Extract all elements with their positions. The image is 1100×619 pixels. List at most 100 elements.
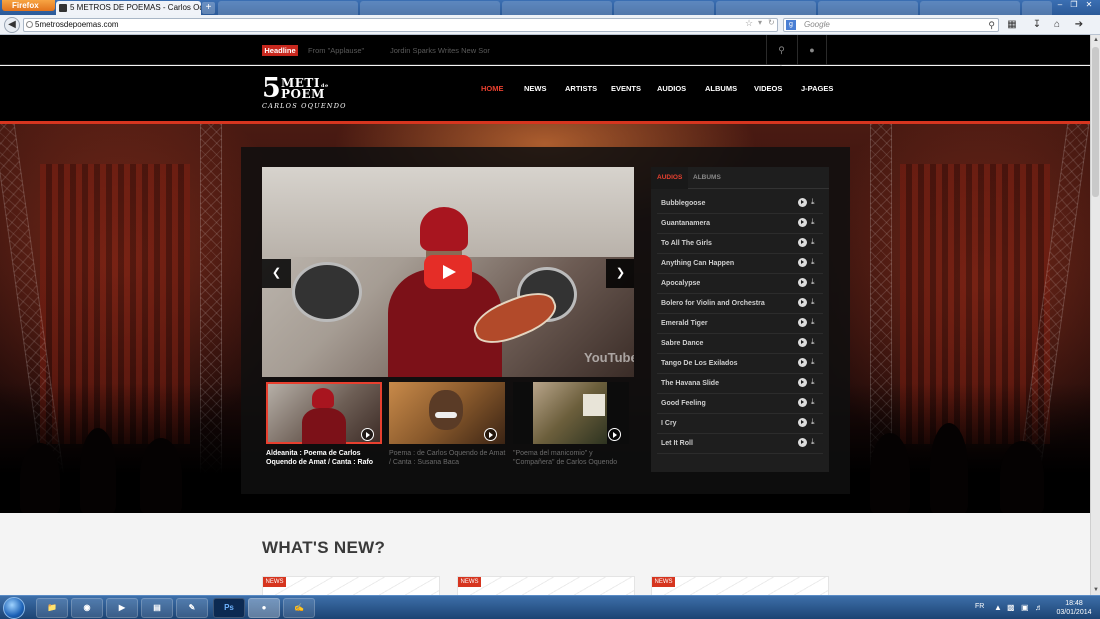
track-row[interactable]: Apocalypse ⤓ <box>657 274 823 294</box>
url-bar[interactable]: 5metrosdepoemas.com <box>23 18 778 32</box>
track-title[interactable]: Let It Roll <box>661 439 693 448</box>
search-engine-icon[interactable]: g <box>786 20 796 30</box>
download-icon[interactable]: ⤓ <box>811 336 815 347</box>
track-row[interactable]: The Havana Slide ⤓ <box>657 374 823 394</box>
ticker-item[interactable]: Jordin Sparks Writes New Sor <box>390 45 490 56</box>
download-icon[interactable]: ⤓ <box>811 376 815 387</box>
ticker-item[interactable]: From "Applause" <box>308 45 364 56</box>
track-title[interactable]: The Havana Slide <box>661 379 719 388</box>
nav-audios[interactable]: AUDIOS <box>657 84 686 94</box>
youtube-play-button[interactable] <box>424 255 472 289</box>
track-title[interactable]: Tango De Los Exilados <box>661 359 738 368</box>
browser-tab[interactable] <box>218 1 358 15</box>
video-thumbnail[interactable]: Aldeanita : Poema de Carlos Oquendo de A… <box>266 382 382 482</box>
download-icon[interactable]: ⤓ <box>811 196 815 207</box>
play-icon[interactable] <box>798 338 807 347</box>
browser-tab-active[interactable]: 5 METROS DE POEMAS - Carlos Oquend... <box>56 1 201 15</box>
start-button[interactable] <box>3 597 25 619</box>
download-icon[interactable]: ⤓ <box>811 236 815 247</box>
video-thumbnail[interactable]: "Poema del manicomio" y "Compañera" de C… <box>513 382 629 482</box>
user-icon[interactable]: ● <box>797 35 827 65</box>
download-icon[interactable]: ⤓ <box>811 436 815 447</box>
browser-tab[interactable] <box>614 1 714 15</box>
photoshop-icon[interactable]: Ps <box>213 598 245 618</box>
notes-icon[interactable]: ✍ <box>283 598 315 618</box>
page-scrollbar[interactable]: ▲ ▼ <box>1090 35 1100 595</box>
play-icon[interactable] <box>798 298 807 307</box>
search-icon[interactable]: ⚲ <box>988 19 995 31</box>
thumbnail-caption[interactable]: Poema : de Carlos Oquendo de Amat / Cant… <box>389 449 507 467</box>
track-row[interactable]: Bubblegoose ⤓ <box>657 194 823 214</box>
download-icon[interactable]: ⤓ <box>811 256 815 267</box>
nav-home[interactable]: HOME <box>481 84 504 94</box>
track-row[interactable]: Emerald Tiger ⤓ <box>657 314 823 334</box>
bookmark-star-icon[interactable]: ☆ <box>745 18 753 29</box>
track-title[interactable]: To All The Girls <box>661 239 712 248</box>
video-thumbnail[interactable]: Poema : de Carlos Oquendo de Amat / Cant… <box>389 382 505 482</box>
play-icon[interactable] <box>798 258 807 267</box>
site-logo[interactable]: 5 METIde POEM CARLOS OQUENDO <box>262 75 345 112</box>
firefox-icon[interactable]: ● <box>248 598 280 618</box>
track-title[interactable]: Good Feeling <box>661 399 706 408</box>
play-icon[interactable] <box>798 418 807 427</box>
track-title[interactable]: Guantanamera <box>661 219 710 228</box>
nav-albums[interactable]: ALBUMS <box>705 84 737 94</box>
prev-arrow-icon[interactable]: ❮ <box>262 259 291 288</box>
track-title[interactable]: Bubblegoose <box>661 199 705 208</box>
track-title[interactable]: Emerald Tiger <box>661 319 708 328</box>
track-title[interactable]: I Cry <box>661 419 677 428</box>
explorer-icon[interactable]: 📁 <box>36 598 68 618</box>
language-indicator[interactable]: FR <box>975 603 984 610</box>
track-row[interactable]: Let It Roll ⤓ <box>657 434 823 454</box>
play-icon[interactable] <box>798 198 807 207</box>
nav-events[interactable]: EVENTS <box>611 84 641 94</box>
network-icon[interactable]: ▣ <box>1021 603 1029 613</box>
play-icon[interactable] <box>798 218 807 227</box>
tray-expand-icon[interactable]: ▲ <box>994 603 1002 613</box>
news-card[interactable]: NEWS <box>651 576 829 595</box>
history-dropdown-icon[interactable]: ▾ <box>758 18 762 27</box>
nav-videos[interactable]: VIDEOS <box>754 84 782 94</box>
volume-icon[interactable]: ♬ <box>1035 603 1043 613</box>
play-icon[interactable] <box>798 318 807 327</box>
scroll-up-icon[interactable]: ▲ <box>1091 35 1100 45</box>
browser-tab[interactable] <box>716 1 816 15</box>
track-title[interactable]: Sabre Dance <box>661 339 703 348</box>
track-row[interactable]: Tango De Los Exilados ⤓ <box>657 354 823 374</box>
firefox-menu-button[interactable]: Firefox <box>2 0 55 11</box>
new-tab-button[interactable]: + <box>202 2 215 14</box>
browser-tab[interactable] <box>920 1 1020 15</box>
play-icon[interactable] <box>798 438 807 447</box>
play-icon[interactable] <box>798 358 807 367</box>
download-icon[interactable]: ⤓ <box>811 276 815 287</box>
back-button[interactable]: ◀ <box>4 17 20 33</box>
browser-tab[interactable] <box>818 1 918 15</box>
media-player-icon[interactable]: ▶ <box>106 598 138 618</box>
play-icon[interactable] <box>798 238 807 247</box>
play-icon[interactable] <box>798 378 807 387</box>
news-card[interactable]: NEWS <box>262 576 440 595</box>
browser-tab[interactable] <box>1022 1 1052 15</box>
download-icon[interactable]: ⤓ <box>811 416 815 427</box>
download-icon[interactable]: ⤓ <box>811 216 815 227</box>
thumbnail-caption[interactable]: "Poema del manicomio" y "Compañera" de C… <box>513 449 631 467</box>
download-icon[interactable]: ⤓ <box>811 356 815 367</box>
track-row[interactable]: Good Feeling ⤓ <box>657 394 823 414</box>
play-circle-icon[interactable] <box>361 428 374 441</box>
next-arrow-icon[interactable]: ❯ <box>606 259 634 288</box>
restore-icon[interactable]: ❐ <box>1068 0 1080 9</box>
track-row[interactable]: Guantanamera ⤓ <box>657 214 823 234</box>
track-row[interactable]: Bolero for Violin and Orchestra ⤓ <box>657 294 823 314</box>
scrollbar-thumb[interactable] <box>1092 47 1099 197</box>
download-icon[interactable]: ⤓ <box>811 396 815 407</box>
tab-albums[interactable]: ALBUMS <box>687 167 727 189</box>
paint-icon[interactable]: ✎ <box>176 598 208 618</box>
track-row[interactable]: Anything Can Happen ⤓ <box>657 254 823 274</box>
play-circle-icon[interactable] <box>608 428 621 441</box>
site-search-icon[interactable]: ⚲ <box>766 35 796 65</box>
track-title[interactable]: Bolero for Violin and Orchestra <box>661 299 765 308</box>
thumbnail-caption[interactable]: Aldeanita : Poema de Carlos Oquendo de A… <box>266 449 384 467</box>
clock[interactable]: 18:48 03/01/2014 <box>1052 599 1096 617</box>
nav-news[interactable]: NEWS <box>524 84 547 94</box>
play-circle-icon[interactable] <box>484 428 497 441</box>
